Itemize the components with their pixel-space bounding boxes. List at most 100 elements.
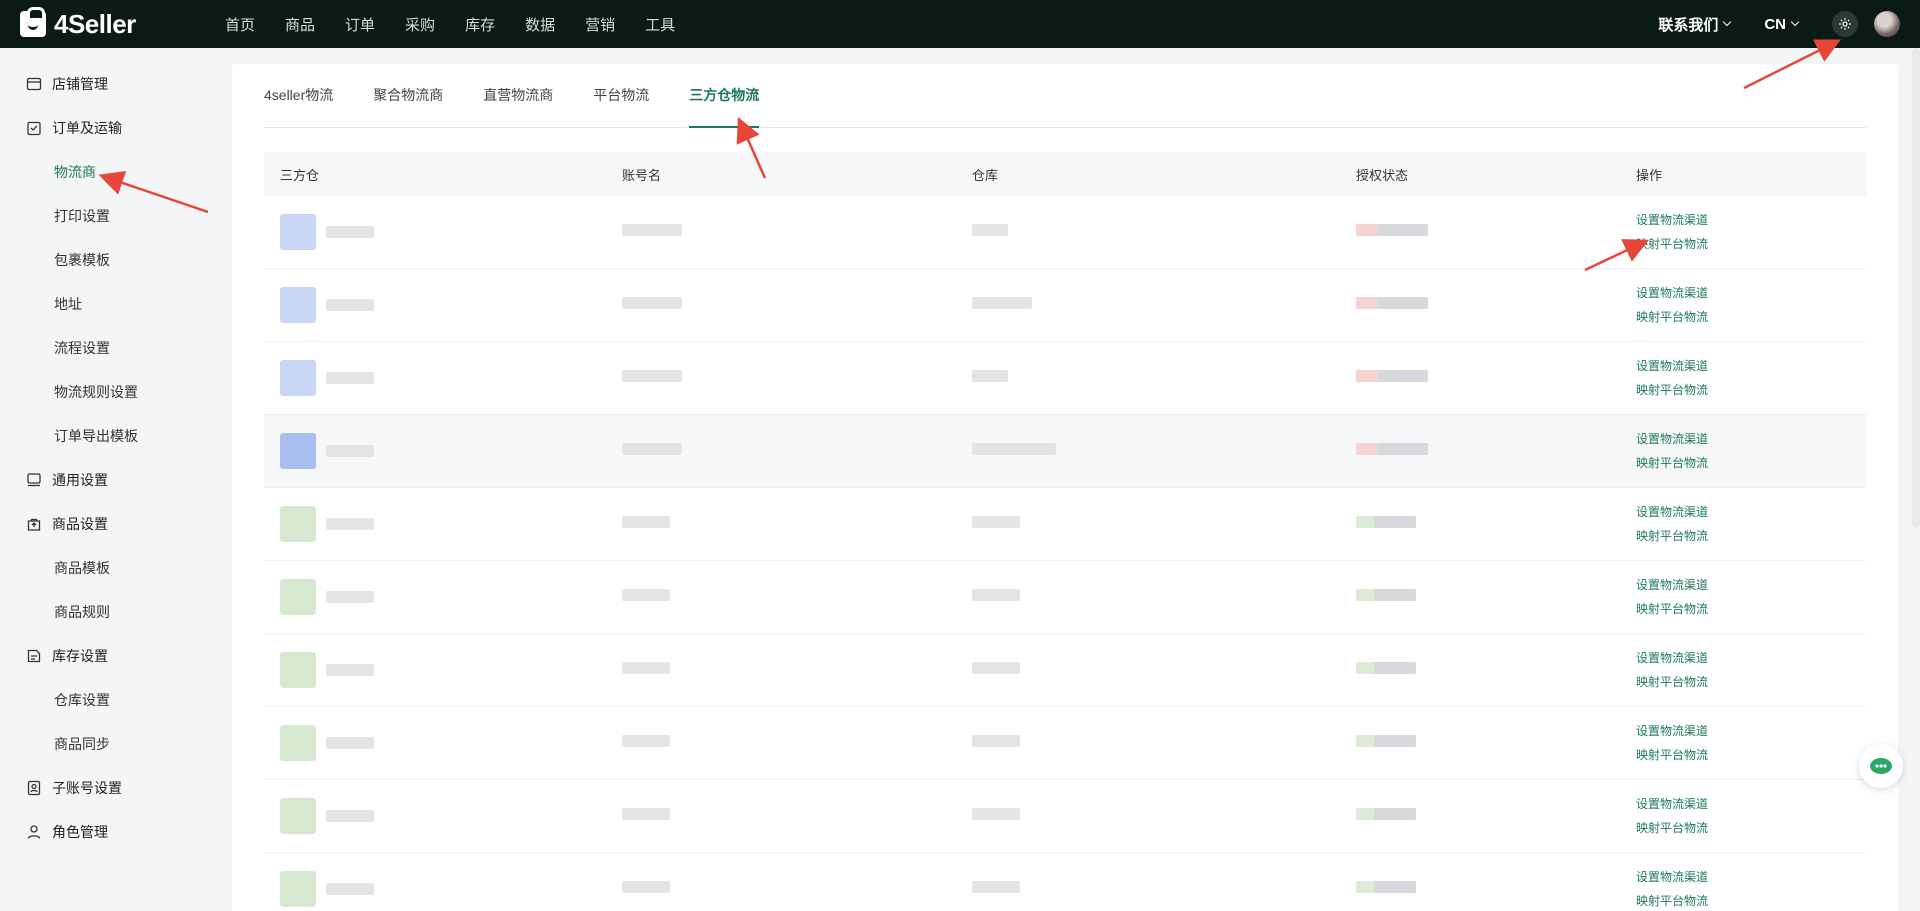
map-platform-logistics-link[interactable]: 映射平台物流	[1636, 524, 1866, 548]
sidebar-item-product-rules[interactable]: 商品规则	[0, 590, 230, 634]
redacted-status	[1356, 370, 1428, 382]
nav-products[interactable]: 商品	[285, 14, 315, 35]
set-logistics-channel-link[interactable]: 设置物流渠道	[1636, 573, 1866, 597]
tab-aggregated-logistics[interactable]: 聚合物流商	[373, 63, 443, 127]
tab-platform-logistics[interactable]: 平台物流	[593, 63, 649, 127]
set-logistics-channel-link[interactable]: 设置物流渠道	[1636, 719, 1866, 743]
language-dropdown[interactable]: CN	[1764, 16, 1800, 33]
settings-button[interactable]	[1832, 11, 1858, 37]
cell-account-name	[614, 734, 964, 752]
cell-warehouse	[964, 661, 1348, 679]
table-row: 设置物流渠道 映射平台物流	[264, 780, 1866, 853]
redacted-status	[1356, 224, 1428, 236]
sidebar-item-logistics-providers[interactable]: 物流商	[0, 150, 230, 194]
cell-auth-status	[1348, 661, 1636, 679]
sidebar-item-package-templates[interactable]: 包裹模板	[0, 238, 230, 282]
redacted-text	[972, 662, 1020, 674]
set-logistics-channel-link[interactable]: 设置物流渠道	[1636, 500, 1866, 524]
warehouse-logo	[280, 652, 316, 688]
nav-home[interactable]: 首页	[225, 14, 255, 35]
sidebar-item-address[interactable]: 地址	[0, 282, 230, 326]
nav-tools[interactable]: 工具	[645, 14, 675, 35]
cell-warehouse	[964, 515, 1348, 533]
set-logistics-channel-link[interactable]: 设置物流渠道	[1636, 354, 1866, 378]
warehouse-logo	[280, 433, 316, 469]
map-platform-logistics-link[interactable]: 映射平台物流	[1636, 889, 1866, 911]
brand-logo[interactable]: 4Seller	[20, 7, 205, 40]
table-row: 设置物流渠道 映射平台物流	[264, 196, 1866, 269]
redacted-text	[622, 297, 682, 309]
redacted-text	[972, 443, 1056, 455]
sidebar-item-label: 物流商	[54, 164, 96, 180]
sidebar-item-print-settings[interactable]: 打印设置	[0, 194, 230, 238]
map-platform-logistics-link[interactable]: 映射平台物流	[1636, 597, 1866, 621]
map-platform-logistics-link[interactable]: 映射平台物流	[1636, 743, 1866, 767]
sidebar-item-role-management[interactable]: 角色管理	[0, 810, 230, 854]
set-logistics-channel-link[interactable]: 设置物流渠道	[1636, 208, 1866, 232]
map-platform-logistics-link[interactable]: 映射平台物流	[1636, 232, 1866, 256]
nav-marketing[interactable]: 营销	[585, 14, 615, 35]
set-logistics-channel-link[interactable]: 设置物流渠道	[1636, 281, 1866, 305]
warehouse-logo	[280, 214, 316, 250]
sidebar-item-label: 子账号设置	[52, 780, 122, 796]
map-platform-logistics-link[interactable]: 映射平台物流	[1636, 451, 1866, 475]
cell-actions: 设置物流渠道 映射平台物流	[1636, 646, 1866, 694]
redacted-text	[326, 883, 374, 895]
sidebar-item-orders-shipping[interactable]: 订单及运输	[0, 106, 230, 150]
set-logistics-channel-link[interactable]: 设置物流渠道	[1636, 646, 1866, 670]
cell-3pl-warehouse	[264, 360, 614, 396]
sidebar-item-warehouse-settings[interactable]: 仓库设置	[0, 678, 230, 722]
redacted-text	[326, 518, 374, 530]
sidebar-item-workflow-settings[interactable]: 流程设置	[0, 326, 230, 370]
set-logistics-channel-link[interactable]: 设置物流渠道	[1636, 427, 1866, 451]
contact-us-dropdown[interactable]: 联系我们	[1658, 14, 1732, 35]
map-platform-logistics-link[interactable]: 映射平台物流	[1636, 305, 1866, 329]
nav-orders[interactable]: 订单	[345, 14, 375, 35]
set-logistics-channel-link[interactable]: 设置物流渠道	[1636, 865, 1866, 889]
redacted-status	[1356, 808, 1416, 820]
warehouse-logo	[280, 506, 316, 542]
sidebar-item-product-settings[interactable]: 商品设置	[0, 502, 230, 546]
sidebar-item-order-export-templates[interactable]: 订单导出模板	[0, 414, 230, 458]
redacted-text	[622, 589, 670, 601]
map-platform-logistics-link[interactable]: 映射平台物流	[1636, 670, 1866, 694]
nav-data[interactable]: 数据	[525, 14, 555, 35]
cell-warehouse	[964, 734, 1348, 752]
cell-3pl-warehouse	[264, 725, 614, 761]
redacted-status	[1356, 662, 1416, 674]
sidebar-item-shop-management[interactable]: 店铺管理	[0, 62, 230, 106]
map-platform-logistics-link[interactable]: 映射平台物流	[1636, 378, 1866, 402]
cell-warehouse	[964, 442, 1348, 460]
warehouse-table: 三方仓 账号名 仓库 授权状态 操作 设置物流渠道 映射平台物流 设置物流渠道 …	[264, 152, 1866, 911]
set-logistics-channel-link[interactable]: 设置物流渠道	[1636, 792, 1866, 816]
sidebar-item-logistics-rules[interactable]: 物流规则设置	[0, 370, 230, 414]
sidebar-item-label: 商品模板	[54, 560, 110, 576]
cell-3pl-warehouse	[264, 871, 614, 907]
redacted-text	[622, 443, 682, 455]
nav-inventory[interactable]: 库存	[465, 14, 495, 35]
user-avatar[interactable]	[1874, 11, 1900, 37]
tab-4seller-logistics[interactable]: 4seller物流	[264, 63, 333, 127]
sidebar-item-general-settings[interactable]: 通用设置	[0, 458, 230, 502]
customer-service-button[interactable]	[1859, 744, 1903, 788]
tab-direct-logistics[interactable]: 直营物流商	[483, 63, 553, 127]
sidebar-item-product-templates[interactable]: 商品模板	[0, 546, 230, 590]
tab-3pl-warehouse-logistics[interactable]: 三方仓物流	[689, 63, 760, 128]
map-platform-logistics-link[interactable]: 映射平台物流	[1636, 816, 1866, 840]
redacted-text	[622, 881, 670, 893]
redacted-status	[1356, 297, 1428, 309]
cell-warehouse	[964, 296, 1348, 314]
cell-account-name	[614, 442, 964, 460]
sidebar-item-inventory-settings[interactable]: 库存设置	[0, 634, 230, 678]
redacted-text	[622, 370, 682, 382]
sidebar-item-subaccount-settings[interactable]: 子账号设置	[0, 766, 230, 810]
nav-purchase[interactable]: 采购	[405, 14, 435, 35]
redacted-text	[326, 299, 374, 311]
cell-auth-status	[1348, 734, 1636, 752]
cell-account-name	[614, 807, 964, 825]
sidebar-item-product-sync[interactable]: 商品同步	[0, 722, 230, 766]
sidebar-item-label: 订单及运输	[52, 120, 122, 136]
sidebar-item-label: 订单导出模板	[54, 428, 138, 444]
cell-warehouse	[964, 369, 1348, 387]
page-scrollbar[interactable]	[1912, 48, 1920, 528]
